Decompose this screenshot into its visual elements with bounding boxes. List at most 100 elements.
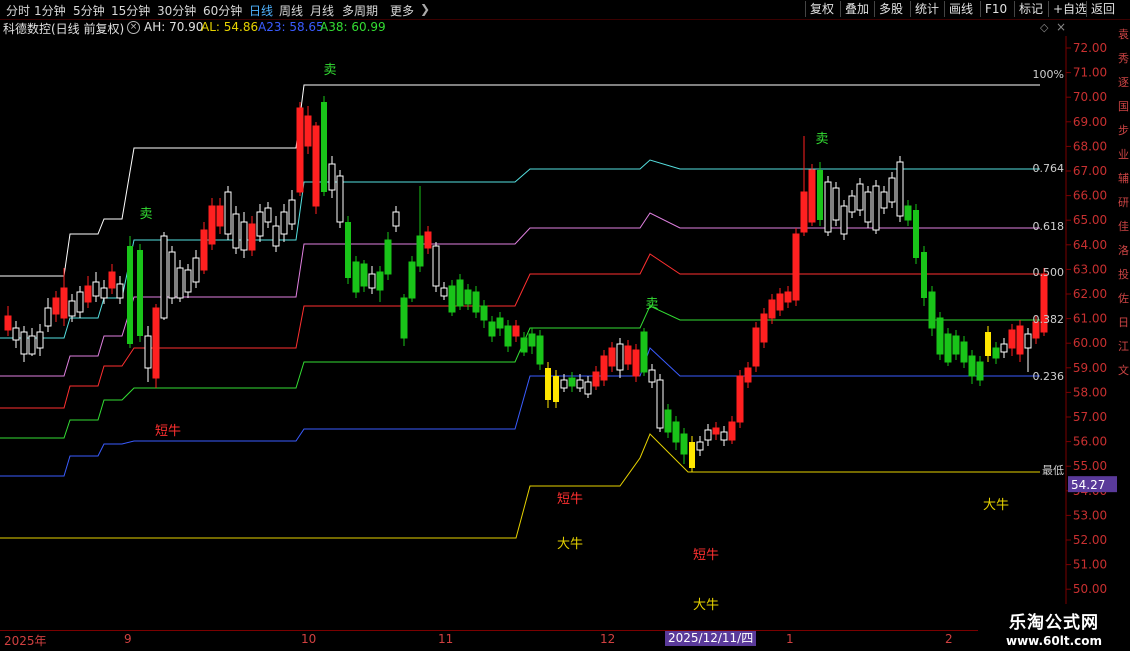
candle-body — [520, 337, 528, 353]
candle-body — [216, 205, 224, 227]
period-tab-daily[interactable]: 日线 — [249, 2, 273, 19]
cursor-date-highlight: 2025/12/11/四 — [665, 631, 757, 646]
period-tab-weekly[interactable]: 周线 — [279, 2, 303, 19]
candle-body — [776, 293, 784, 311]
candle-body — [144, 335, 152, 369]
period-tab-more[interactable]: 更多 — [390, 2, 414, 19]
level-label: 0.382 — [1033, 313, 1065, 326]
candle-body — [248, 223, 256, 251]
right-strip-char: 秀 — [1118, 52, 1129, 65]
level-line-0 — [0, 84, 1040, 277]
candle-body — [352, 261, 360, 293]
period-tab-1min[interactable]: 1分钟 — [34, 2, 66, 19]
candle-body — [808, 169, 816, 223]
candle-body — [12, 327, 20, 341]
price-tick-label: 60.00 — [1073, 336, 1107, 350]
candle-body — [1008, 329, 1016, 349]
candle-body — [736, 375, 744, 423]
candle-body — [568, 377, 576, 387]
right-panel-strip: 袁秀逐国步业辅研佳洛投佐日江文 — [1117, 20, 1130, 630]
candle-body — [864, 191, 872, 223]
price-tick-label: 59.00 — [1073, 361, 1107, 375]
multi-stock-button[interactable]: 多股 — [874, 1, 907, 17]
circle-x-icon[interactable]: × — [127, 21, 140, 34]
period-tab-multi[interactable]: 多周期 — [342, 2, 378, 19]
candle-body — [192, 257, 200, 283]
watermark-url: www.60lt.com — [1005, 634, 1103, 648]
f10-button[interactable]: F10 — [980, 1, 1011, 17]
candle-body — [960, 341, 968, 363]
candle-body — [52, 297, 60, 315]
candle-body — [408, 261, 416, 299]
candle-body — [312, 125, 320, 207]
right-strip-char: 逐 — [1118, 76, 1129, 89]
candle-body — [336, 175, 344, 223]
candle-body — [496, 317, 504, 329]
ah-value: AH: 70.90 — [144, 20, 204, 34]
right-strip-char: 佐 — [1118, 292, 1129, 305]
candle-body — [224, 191, 232, 235]
add-watchlist-button[interactable]: +自选 — [1048, 1, 1091, 17]
period-tab-60min[interactable]: 60分钟 — [203, 2, 242, 19]
level-label: 100% — [1033, 68, 1064, 81]
candle-body — [720, 431, 728, 441]
right-strip-char: 文 — [1118, 364, 1129, 377]
candle-body — [288, 199, 296, 225]
restore-rights-button[interactable]: 复权 — [805, 1, 838, 17]
period-tab-30min[interactable]: 30分钟 — [157, 2, 196, 19]
candle-body — [944, 333, 952, 363]
candle-body — [392, 211, 400, 227]
candle-body — [592, 371, 600, 387]
candle-body — [127, 246, 133, 344]
candle-body — [600, 355, 608, 381]
candle-body — [817, 170, 823, 220]
candle-body — [992, 347, 1000, 359]
signal-annotations: 卖卖卖卖短牛短牛短牛大牛大牛大牛 — [139, 63, 1009, 613]
candle-body — [664, 409, 672, 433]
period-tab-fenshi[interactable]: 分时 — [6, 2, 30, 19]
chevron-right-icon[interactable]: ❯ — [420, 2, 430, 16]
candle-body — [656, 379, 664, 429]
price-tick-label: 68.00 — [1073, 139, 1107, 153]
signal-label: 大牛 — [983, 498, 1009, 513]
price-tick-label: 62.00 — [1073, 287, 1107, 301]
date-label: 9 — [124, 632, 132, 646]
candle-body — [760, 313, 768, 343]
candle-body — [921, 252, 927, 298]
right-strip-char: 步 — [1118, 124, 1129, 137]
price-axis: 72.00 71.00 70.00 69.00 68.00 67.00 66.00 65.00… — [1065, 36, 1117, 630]
candle-body — [976, 361, 984, 381]
candle-body — [832, 187, 840, 221]
candlestick-series[interactable] — [4, 96, 1048, 472]
statistics-button[interactable]: 统计 — [910, 1, 943, 17]
date-label: 12 — [600, 632, 616, 646]
level-labels: 100% 0.764 0.618 0.500 0.382 0.236 最低 — [1033, 68, 1065, 477]
period-tab-monthly[interactable]: 月线 — [310, 2, 334, 19]
candle-body — [108, 271, 116, 289]
candle-body — [68, 300, 76, 317]
candle-body — [440, 287, 448, 297]
al-value: AL: 54.86 — [201, 20, 259, 34]
candle-body — [896, 161, 904, 217]
overlay-button[interactable]: 叠加 — [840, 1, 873, 17]
candle-body — [4, 315, 12, 331]
period-tab-15min[interactable]: 15分钟 — [111, 2, 150, 19]
candle-body — [880, 191, 888, 209]
back-button[interactable]: 返回 — [1086, 1, 1119, 17]
level-label: 0.500 — [1033, 266, 1065, 279]
kline-chart[interactable]: 72.00 71.00 70.00 69.00 68.00 67.00 66.00 65.00… — [0, 36, 1117, 630]
candle-body — [848, 195, 856, 213]
watermark-title: 乐淘公式网 — [1009, 613, 1099, 633]
period-tab-5min[interactable]: 5分钟 — [73, 2, 105, 19]
mark-button[interactable]: 标记 — [1014, 1, 1047, 17]
candle-body — [488, 321, 496, 337]
right-strip-char: 江 — [1118, 340, 1129, 353]
close-icon[interactable]: × — [1056, 20, 1066, 34]
signal-label: 短牛 — [155, 424, 181, 439]
candle-body — [648, 369, 656, 383]
draw-line-button[interactable]: 画线 — [944, 1, 977, 17]
diamond-icon[interactable]: ◇ — [1040, 21, 1048, 34]
right-strip-char: 国 — [1118, 100, 1129, 113]
candle-body — [632, 349, 640, 377]
candle-body — [264, 207, 272, 223]
